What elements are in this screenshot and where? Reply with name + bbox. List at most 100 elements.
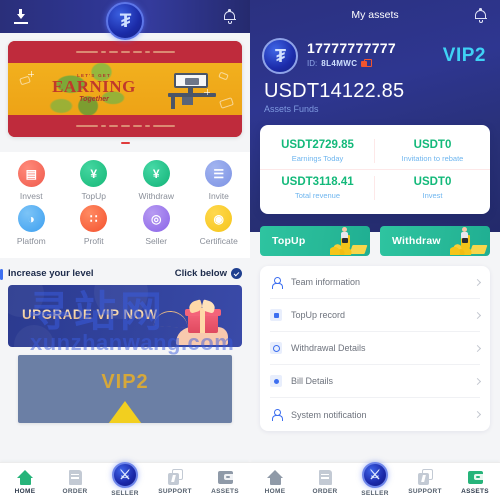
section-action-label[interactable]: Click below — [175, 268, 227, 279]
chevron-right-icon — [473, 377, 482, 385]
tab-seller[interactable]: ⚔ SELLER — [350, 461, 400, 500]
stat-earnings-today[interactable]: USDT2729.85 Earnings Today — [260, 133, 375, 169]
topup-button[interactable]: TopUp — [260, 226, 370, 256]
seller-center-icon: ⚔ — [112, 461, 138, 488]
balance-amount: USDT14122.85 — [264, 80, 405, 102]
id-label: ID: — [307, 59, 318, 68]
withdraw-button[interactable]: Withdraw — [380, 226, 490, 256]
button-label: TopUp — [272, 235, 306, 247]
topup-icon: ¥ — [80, 160, 108, 187]
tab-support[interactable]: SUPPORT — [400, 463, 450, 500]
tab-home[interactable]: HOME — [0, 463, 50, 500]
bell-icon[interactable] — [223, 9, 236, 24]
assets-icon — [467, 469, 484, 486]
action-buttons-row: TopUp Withdraw — [260, 226, 490, 256]
order-icon — [317, 469, 334, 486]
platform-icon: ◑ — [17, 205, 45, 232]
grid-item-certificate[interactable]: ◉ Certificate — [188, 205, 251, 246]
banner-script-text: Together — [79, 95, 109, 103]
withdraw-detail-icon — [270, 342, 282, 354]
sparkle-icon — [204, 89, 210, 95]
icon-glyph: ∷ — [89, 211, 98, 226]
grid-item-invest[interactable]: ▤ Invest — [0, 160, 63, 201]
menu-item-label: System notification — [291, 409, 367, 420]
chevron-right-icon — [473, 344, 482, 352]
tab-order[interactable]: ORDER — [300, 463, 350, 500]
gift-box-illustration — [153, 297, 228, 345]
tab-seller[interactable]: ⚔ SELLER — [100, 461, 150, 500]
grid-item-invite[interactable]: ☰ Invite — [188, 160, 251, 201]
tab-assets[interactable]: ASSETS — [200, 463, 250, 500]
copy-icon[interactable] — [361, 59, 373, 68]
grid-item-profit[interactable]: ∷ Profit — [63, 205, 126, 246]
bell-icon[interactable] — [474, 8, 487, 23]
right-bottom-tabbar: HOME ORDER ⚔ SELLER SUPPORT ASSETS — [250, 461, 500, 500]
stat-value: USDT0 — [413, 176, 452, 188]
tab-label: HOME — [264, 487, 286, 495]
tab-label: SELLER — [111, 489, 139, 497]
carousel-dot[interactable] — [120, 142, 130, 144]
promo-banner-carousel[interactable]: LET'S GET EARNING Together — [8, 41, 242, 147]
assets-menu-list: Team information TopUp record Withdrawal… — [260, 266, 490, 431]
upgrade-vip-banner[interactable]: UPGRADE VIP NOW — [8, 285, 242, 347]
icon-glyph: ¥ — [90, 166, 98, 181]
coins-illustration — [440, 226, 488, 256]
grid-item-label: Withdraw — [138, 191, 174, 201]
grid-item-platform[interactable]: ◑ Platfom — [0, 205, 63, 246]
invest-icon: ▤ — [17, 160, 45, 187]
coin-decoration — [218, 71, 229, 81]
order-icon — [67, 469, 84, 486]
menu-item-withdrawal-details[interactable]: Withdrawal Details — [270, 332, 482, 365]
icon-glyph: ⚔ — [369, 467, 381, 482]
grid-item-label: Certificate — [199, 236, 238, 246]
tab-label: ORDER — [62, 487, 88, 495]
grid-item-seller[interactable]: ◎ Seller — [125, 205, 188, 246]
menu-item-system-notification[interactable]: System notification — [270, 398, 482, 431]
grid-item-withdraw[interactable]: ¥ Withdraw — [125, 160, 188, 201]
promo-banner[interactable]: LET'S GET EARNING Together — [8, 41, 242, 137]
stat-label: Invitation to rebate — [401, 154, 464, 163]
stat-label: Total revenue — [294, 191, 341, 200]
tab-label: ORDER — [312, 487, 338, 495]
stat-invitation-rebate[interactable]: USDT0 Invitation to rebate — [375, 133, 490, 169]
check-circle-icon — [231, 268, 242, 279]
tab-assets[interactable]: ASSETS — [450, 463, 500, 500]
id-value: 8L4MWC — [321, 59, 358, 68]
stat-invest[interactable]: USDT0 Invest — [375, 169, 490, 206]
stat-value: USDT2729.85 — [281, 139, 354, 151]
chevron-right-icon — [473, 278, 482, 286]
left-panel-home-screen: ₮ LET'S GET EARNING Together ▤ Invest ¥ … — [0, 0, 250, 500]
grid-item-label: Seller — [145, 236, 168, 246]
download-icon[interactable] — [14, 9, 28, 24]
stat-total-revenue[interactable]: USDT3118.41 Total revenue — [260, 169, 375, 206]
account-summary: ₮ 17777777777 ID: 8L4MWC VIP2 — [250, 30, 500, 74]
person-icon — [270, 276, 283, 289]
banner-top-band — [8, 41, 242, 63]
increase-level-section-header: Increase your level Click below — [0, 268, 242, 280]
tab-order[interactable]: ORDER — [50, 463, 100, 500]
icon-glyph: ☰ — [213, 166, 225, 181]
tab-home[interactable]: HOME — [250, 463, 300, 500]
grid-item-label: Profit — [83, 236, 104, 246]
tether-logo-icon: ₮ — [106, 2, 144, 40]
grid-item-topup[interactable]: ¥ TopUp — [63, 160, 126, 201]
menu-item-team-information[interactable]: Team information — [270, 266, 482, 299]
vip-badge: VIP2 — [442, 45, 486, 66]
crown-icon — [103, 401, 147, 423]
banner-text-block: LET'S GET EARNING Together — [48, 73, 140, 103]
invite-icon: ☰ — [205, 160, 233, 187]
balance-block: USDT14122.85 Assets Funds — [250, 74, 500, 114]
right-header-bar: My assets — [250, 0, 500, 30]
menu-item-topup-record[interactable]: TopUp record — [270, 299, 482, 332]
carousel-indicator[interactable] — [8, 142, 242, 147]
tab-support[interactable]: SUPPORT — [150, 463, 200, 500]
section-accent-bar — [0, 269, 3, 280]
menu-item-bill-details[interactable]: Bill Details — [270, 365, 482, 398]
page-title: My assets — [351, 9, 399, 21]
coin-decoration — [219, 97, 234, 109]
vip2-level-card[interactable]: VIP2 — [18, 355, 232, 423]
icon-glyph: ◑ — [27, 211, 35, 226]
banner-title: EARNING — [52, 77, 136, 96]
avatar[interactable]: ₮ — [262, 38, 298, 74]
icon-glyph: ◉ — [213, 211, 224, 226]
